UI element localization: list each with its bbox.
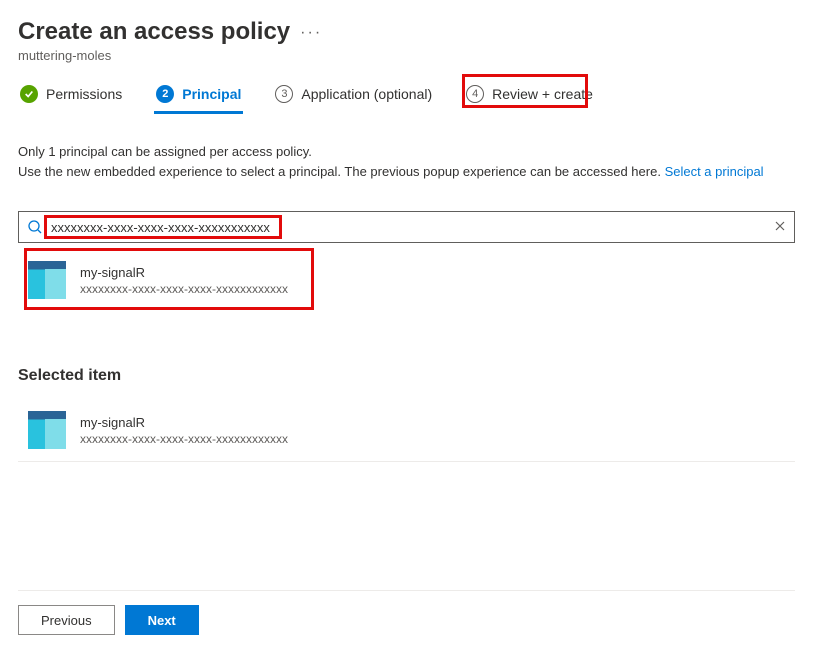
search-box[interactable] xyxy=(18,211,795,243)
selected-items: my-signalR xxxxxxxx-xxxx-xxxx-xxxx-xxxxx… xyxy=(18,403,795,462)
select-principal-link[interactable]: Select a principal xyxy=(665,164,764,179)
tab-label: Principal xyxy=(182,86,241,102)
page-subtitle: muttering-moles xyxy=(18,48,290,63)
tab-label: Application (optional) xyxy=(301,86,432,102)
selected-item-heading: Selected item xyxy=(18,367,795,385)
next-button[interactable]: Next xyxy=(125,605,199,635)
tab-review-create[interactable]: 4 Review + create xyxy=(464,85,595,114)
tab-label: Review + create xyxy=(492,86,593,102)
tab-principal[interactable]: 2 Principal xyxy=(154,85,243,114)
step-number-icon: 4 xyxy=(466,85,484,103)
service-icon xyxy=(28,261,66,299)
result-id: xxxxxxxx-xxxx-xxxx-xxxx-xxxxxxxxxxxx xyxy=(80,282,288,296)
search-icon xyxy=(27,219,43,235)
info-line-1: Only 1 principal can be assigned per acc… xyxy=(18,142,795,162)
result-item[interactable]: my-signalR xxxxxxxx-xxxx-xxxx-xxxx-xxxxx… xyxy=(18,253,795,307)
more-actions-icon[interactable]: ··· xyxy=(300,18,322,42)
info-line-2: Use the new embedded experience to selec… xyxy=(18,162,795,182)
tab-permissions[interactable]: Permissions xyxy=(18,85,124,114)
search-results: my-signalR xxxxxxxx-xxxx-xxxx-xxxx-xxxxx… xyxy=(18,253,795,307)
clear-icon[interactable] xyxy=(774,219,786,235)
page-title: Create an access policy xyxy=(18,18,290,46)
selected-id: xxxxxxxx-xxxx-xxxx-xxxx-xxxxxxxxxxxx xyxy=(80,432,288,446)
service-icon xyxy=(28,411,66,449)
tab-application[interactable]: 3 Application (optional) xyxy=(273,85,434,114)
principal-search-input[interactable] xyxy=(43,212,774,242)
tab-label: Permissions xyxy=(46,86,122,102)
step-number-icon: 3 xyxy=(275,85,293,103)
result-name: my-signalR xyxy=(80,265,288,280)
selected-item[interactable]: my-signalR xxxxxxxx-xxxx-xxxx-xxxx-xxxxx… xyxy=(18,403,795,461)
previous-button[interactable]: Previous xyxy=(18,605,115,635)
wizard-tabs: Permissions 2 Principal 3 Application (o… xyxy=(18,85,795,114)
step-number-icon: 2 xyxy=(156,85,174,103)
check-icon xyxy=(20,85,38,103)
info-text: Use the new embedded experience to selec… xyxy=(18,164,665,179)
footer-actions: Previous Next xyxy=(18,590,795,635)
selected-name: my-signalR xyxy=(80,415,288,430)
